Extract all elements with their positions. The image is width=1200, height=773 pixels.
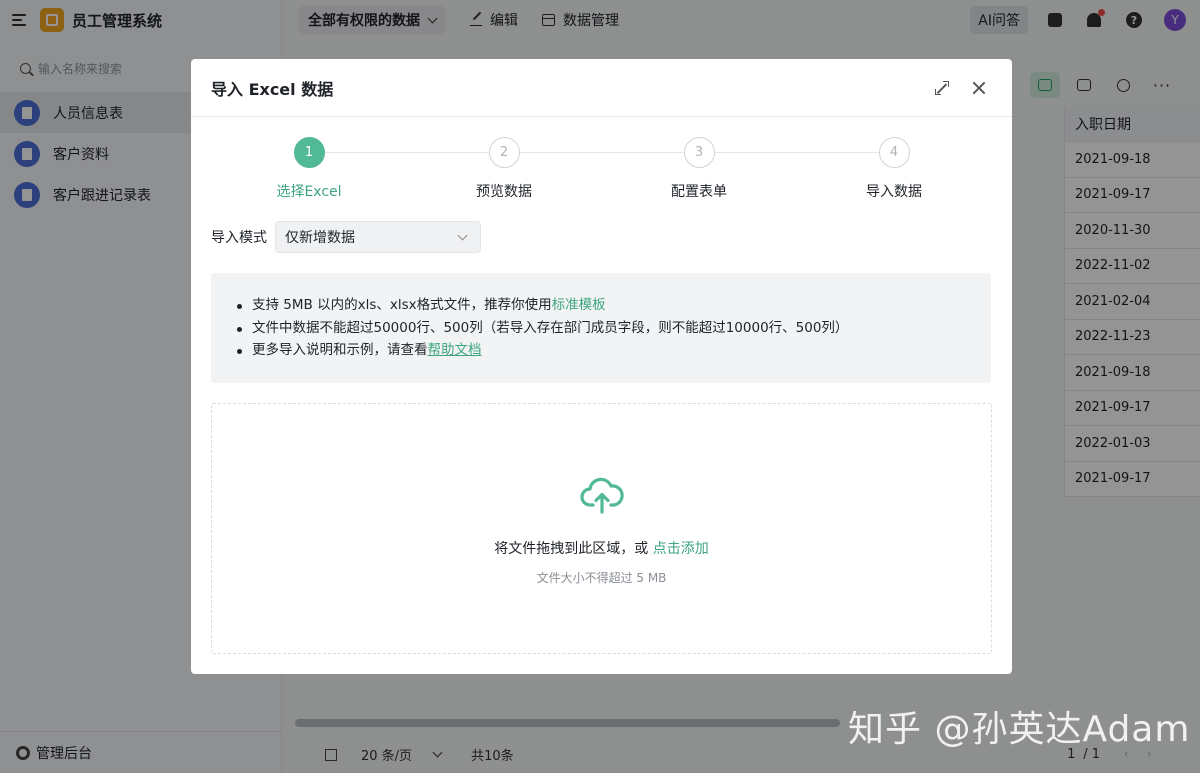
notice-text: 支持 5MB 以内的xls、xlsx格式文件，推荐你使用: [252, 297, 552, 313]
cloud-upload-icon: [579, 476, 625, 516]
step-number: 1: [293, 137, 325, 168]
step-label: 导入数据: [866, 184, 922, 200]
help-doc-link[interactable]: 帮助文档: [428, 342, 482, 358]
step-4: 4 导入数据: [824, 137, 964, 201]
import-mode-label: 导入模式: [211, 230, 267, 246]
chevron-down-icon: [457, 230, 468, 241]
dropzone-size-limit: 文件大小不得超过 5 MB: [536, 571, 667, 585]
step-label: 预览数据: [476, 184, 532, 200]
watermark: 知乎 @孙英达Adam: [848, 709, 1191, 750]
import-notice: 支持 5MB 以内的xls、xlsx格式文件，推荐你使用标准模板 文件中数据不能…: [211, 273, 991, 383]
step-1: 1 选择Excel: [239, 137, 379, 201]
dropzone-hint: 将文件拖拽到此区域，或 点击添加: [212, 538, 991, 558]
standard-template-link[interactable]: 标准模板: [552, 297, 606, 313]
notice-item: 文件中数据不能超过50000行、500列（若导入存在部门成员字段，则不能超过10…: [237, 317, 991, 340]
import-excel-dialog: 导入 Excel 数据 1 选择Excel 2 预览数据 3 配置表单 4 导入…: [191, 59, 1012, 674]
step-number: 4: [878, 137, 910, 168]
expand-icon[interactable]: [935, 81, 949, 95]
dialog-header: 导入 Excel 数据: [191, 59, 1012, 117]
click-add-link[interactable]: 点击添加: [653, 541, 709, 557]
notice-item: 更多导入说明和示例，请查看帮助文档: [237, 339, 991, 362]
import-mode-value: 仅新增数据: [285, 230, 355, 246]
notice-text: 文件中数据不能超过50000行、500列（若导入存在部门成员字段，则不能超过10…: [252, 319, 849, 336]
notice-text: 更多导入说明和示例，请查看: [252, 342, 428, 358]
step-label: 配置表单: [671, 184, 727, 200]
step-indicator: 1 选择Excel 2 预览数据 3 配置表单 4 导入数据: [191, 137, 1012, 207]
step-number: 3: [683, 137, 715, 168]
step-connector: [325, 152, 879, 153]
close-icon[interactable]: [970, 79, 988, 97]
file-dropzone[interactable]: 将文件拖拽到此区域，或 点击添加 文件大小不得超过 5 MB: [211, 403, 992, 654]
import-mode-select[interactable]: 仅新增数据: [275, 221, 481, 253]
step-label: 选择Excel: [276, 184, 342, 200]
dialog-title: 导入 Excel 数据: [211, 79, 334, 99]
step-3: 3 配置表单: [629, 137, 769, 201]
notice-item: 支持 5MB 以内的xls、xlsx格式文件，推荐你使用标准模板: [237, 294, 991, 317]
step-2: 2 预览数据: [434, 137, 574, 201]
step-number: 2: [488, 137, 520, 168]
dropzone-hint-text: 将文件拖拽到此区域，或: [494, 541, 653, 557]
import-mode-row: 导入模式 仅新增数据: [211, 221, 481, 253]
